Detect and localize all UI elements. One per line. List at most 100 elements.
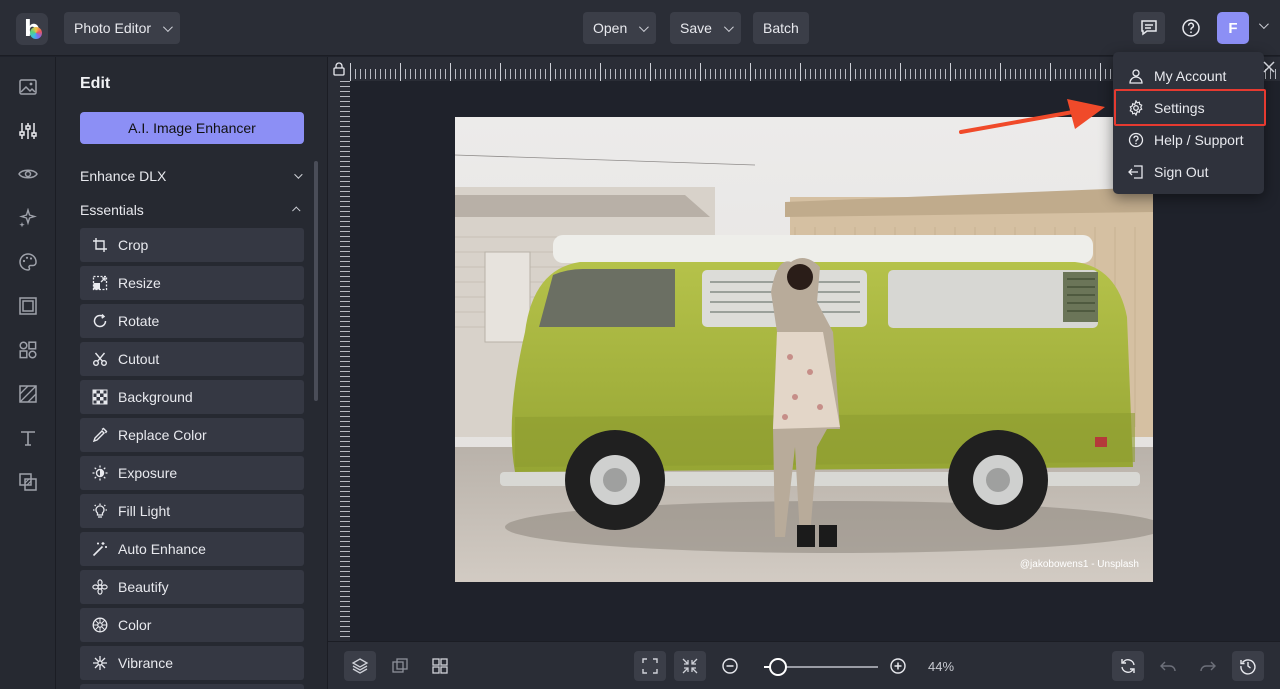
- photo-editor-dropdown[interactable]: Photo Editor: [64, 12, 181, 44]
- chat-icon: [1141, 20, 1157, 36]
- logo-color-dot-icon: [30, 27, 42, 39]
- bottom-toolbar: 44%: [328, 641, 1280, 689]
- overlay-icon[interactable]: [16, 470, 40, 494]
- menu-item-label: My Account: [1154, 68, 1227, 84]
- actual-size-button[interactable]: [674, 651, 706, 681]
- tool-label: Cutout: [118, 351, 160, 367]
- zoom-out-button[interactable]: [714, 651, 746, 681]
- tool-label: Exposure: [118, 465, 178, 481]
- zoom-in-icon: [890, 658, 906, 674]
- save-label: Save: [680, 20, 712, 36]
- menu-item-help-support[interactable]: Help / Support: [1113, 124, 1264, 156]
- help-circle-icon: [1182, 19, 1200, 37]
- tool-exposure[interactable]: Exposure: [80, 456, 304, 490]
- palette-icon[interactable]: [16, 250, 40, 274]
- reset-button[interactable]: [1112, 651, 1144, 681]
- help-icon: [1128, 132, 1144, 148]
- zoom-out-icon: [722, 658, 738, 674]
- tool-cutout[interactable]: Cutout: [80, 342, 304, 376]
- panel-scrollbar[interactable]: [314, 161, 318, 401]
- photo-canvas[interactable]: @jakobowens1 - Unsplash: [455, 117, 1153, 582]
- photo-editor-label: Photo Editor: [74, 20, 152, 36]
- avatar-letter: F: [1228, 19, 1238, 37]
- batch-button[interactable]: Batch: [753, 12, 809, 44]
- compare-button[interactable]: [384, 651, 416, 681]
- chevron-down-icon: [294, 170, 303, 179]
- menu-item-my-account[interactable]: My Account: [1113, 60, 1264, 92]
- zoom-in-button[interactable]: [882, 651, 914, 681]
- redo-icon: [1200, 661, 1216, 672]
- tool-next[interactable]: [80, 684, 304, 689]
- rotate-icon: [92, 313, 108, 329]
- undo-icon: [1160, 661, 1176, 672]
- section-essentials[interactable]: Essentials: [80, 202, 301, 218]
- zoom-percentage: 44%: [928, 659, 955, 674]
- expand-icon: [642, 658, 658, 674]
- texture-icon[interactable]: [16, 382, 40, 406]
- cutout-icon: [92, 351, 108, 367]
- history-button[interactable]: [1232, 651, 1264, 681]
- shapes-icon[interactable]: [16, 338, 40, 362]
- chevron-down-icon: [163, 21, 173, 32]
- tool-label: Resize: [118, 275, 161, 291]
- tool-label: Replace Color: [118, 427, 207, 443]
- lock-icon: [333, 62, 345, 76]
- tool-vibrance[interactable]: Vibrance: [80, 646, 304, 680]
- settings-highlight-box: [1114, 89, 1266, 126]
- tool-fill-light[interactable]: Fill Light: [80, 494, 304, 528]
- ai-image-enhancer-button[interactable]: A.I. Image Enhancer: [80, 112, 304, 144]
- save-button[interactable]: Save: [670, 12, 741, 44]
- crop-icon: [92, 237, 108, 253]
- redo-button[interactable]: [1192, 651, 1224, 681]
- auto-enhance-icon: [92, 541, 108, 557]
- annotation-arrow-icon: [959, 99, 1105, 134]
- vibrance-icon: [92, 655, 108, 671]
- layers-button[interactable]: [344, 651, 376, 681]
- tool-label: Fill Light: [118, 503, 171, 519]
- feedback-button[interactable]: [1133, 12, 1165, 44]
- section-label: Essentials: [80, 202, 144, 218]
- tool-crop[interactable]: Crop: [80, 228, 304, 262]
- user-icon: [1129, 69, 1143, 84]
- eye-icon[interactable]: [16, 162, 40, 186]
- grid-button[interactable]: [424, 651, 456, 681]
- color-icon: [92, 617, 108, 633]
- tool-label: Background: [118, 389, 193, 405]
- undo-button[interactable]: [1152, 651, 1184, 681]
- layers-icon: [351, 658, 369, 674]
- sparkle-icon[interactable]: [16, 206, 40, 230]
- tool-auto-enhance[interactable]: Auto Enhance: [80, 532, 304, 566]
- chevron-down-icon: [723, 21, 734, 32]
- open-button[interactable]: Open: [583, 12, 657, 44]
- app-logo[interactable]: b: [16, 13, 48, 45]
- tool-label: Vibrance: [118, 655, 174, 671]
- help-button[interactable]: [1175, 12, 1207, 44]
- menu-item-label: Sign Out: [1154, 164, 1209, 180]
- tool-background[interactable]: Background: [80, 380, 304, 414]
- tool-beautify[interactable]: Beautify: [80, 570, 304, 604]
- image-icon[interactable]: [16, 75, 40, 99]
- frame-icon[interactable]: [16, 294, 40, 318]
- tool-replace-color[interactable]: Replace Color: [80, 418, 304, 452]
- tool-resize[interactable]: Resize: [80, 266, 304, 300]
- zoom-slider-handle[interactable]: [768, 658, 787, 676]
- refresh-icon: [1121, 659, 1135, 673]
- top-bar: b Photo Editor Open Save Batch F: [0, 0, 1280, 56]
- compare-icon: [392, 658, 408, 673]
- grid-icon: [432, 658, 448, 674]
- avatar[interactable]: F: [1217, 12, 1249, 44]
- fit-to-screen-button[interactable]: [634, 651, 666, 681]
- panel-title: Edit: [80, 75, 111, 92]
- tool-color[interactable]: Color: [80, 608, 304, 642]
- tool-label: Rotate: [118, 313, 160, 329]
- avatar-chevron-down-icon[interactable]: [1258, 19, 1269, 30]
- text-icon[interactable]: [16, 426, 40, 450]
- tool-rotate[interactable]: Rotate: [80, 304, 304, 338]
- ruler-lock-button[interactable]: [328, 57, 350, 81]
- fill-light-icon: [92, 503, 108, 519]
- menu-item-sign-out[interactable]: Sign Out: [1113, 156, 1264, 188]
- ruler-vertical: [328, 81, 350, 641]
- close-icon[interactable]: [1262, 60, 1276, 74]
- adjustments-icon[interactable]: [16, 119, 40, 143]
- section-enhance-dlx[interactable]: Enhance DLX: [80, 168, 303, 184]
